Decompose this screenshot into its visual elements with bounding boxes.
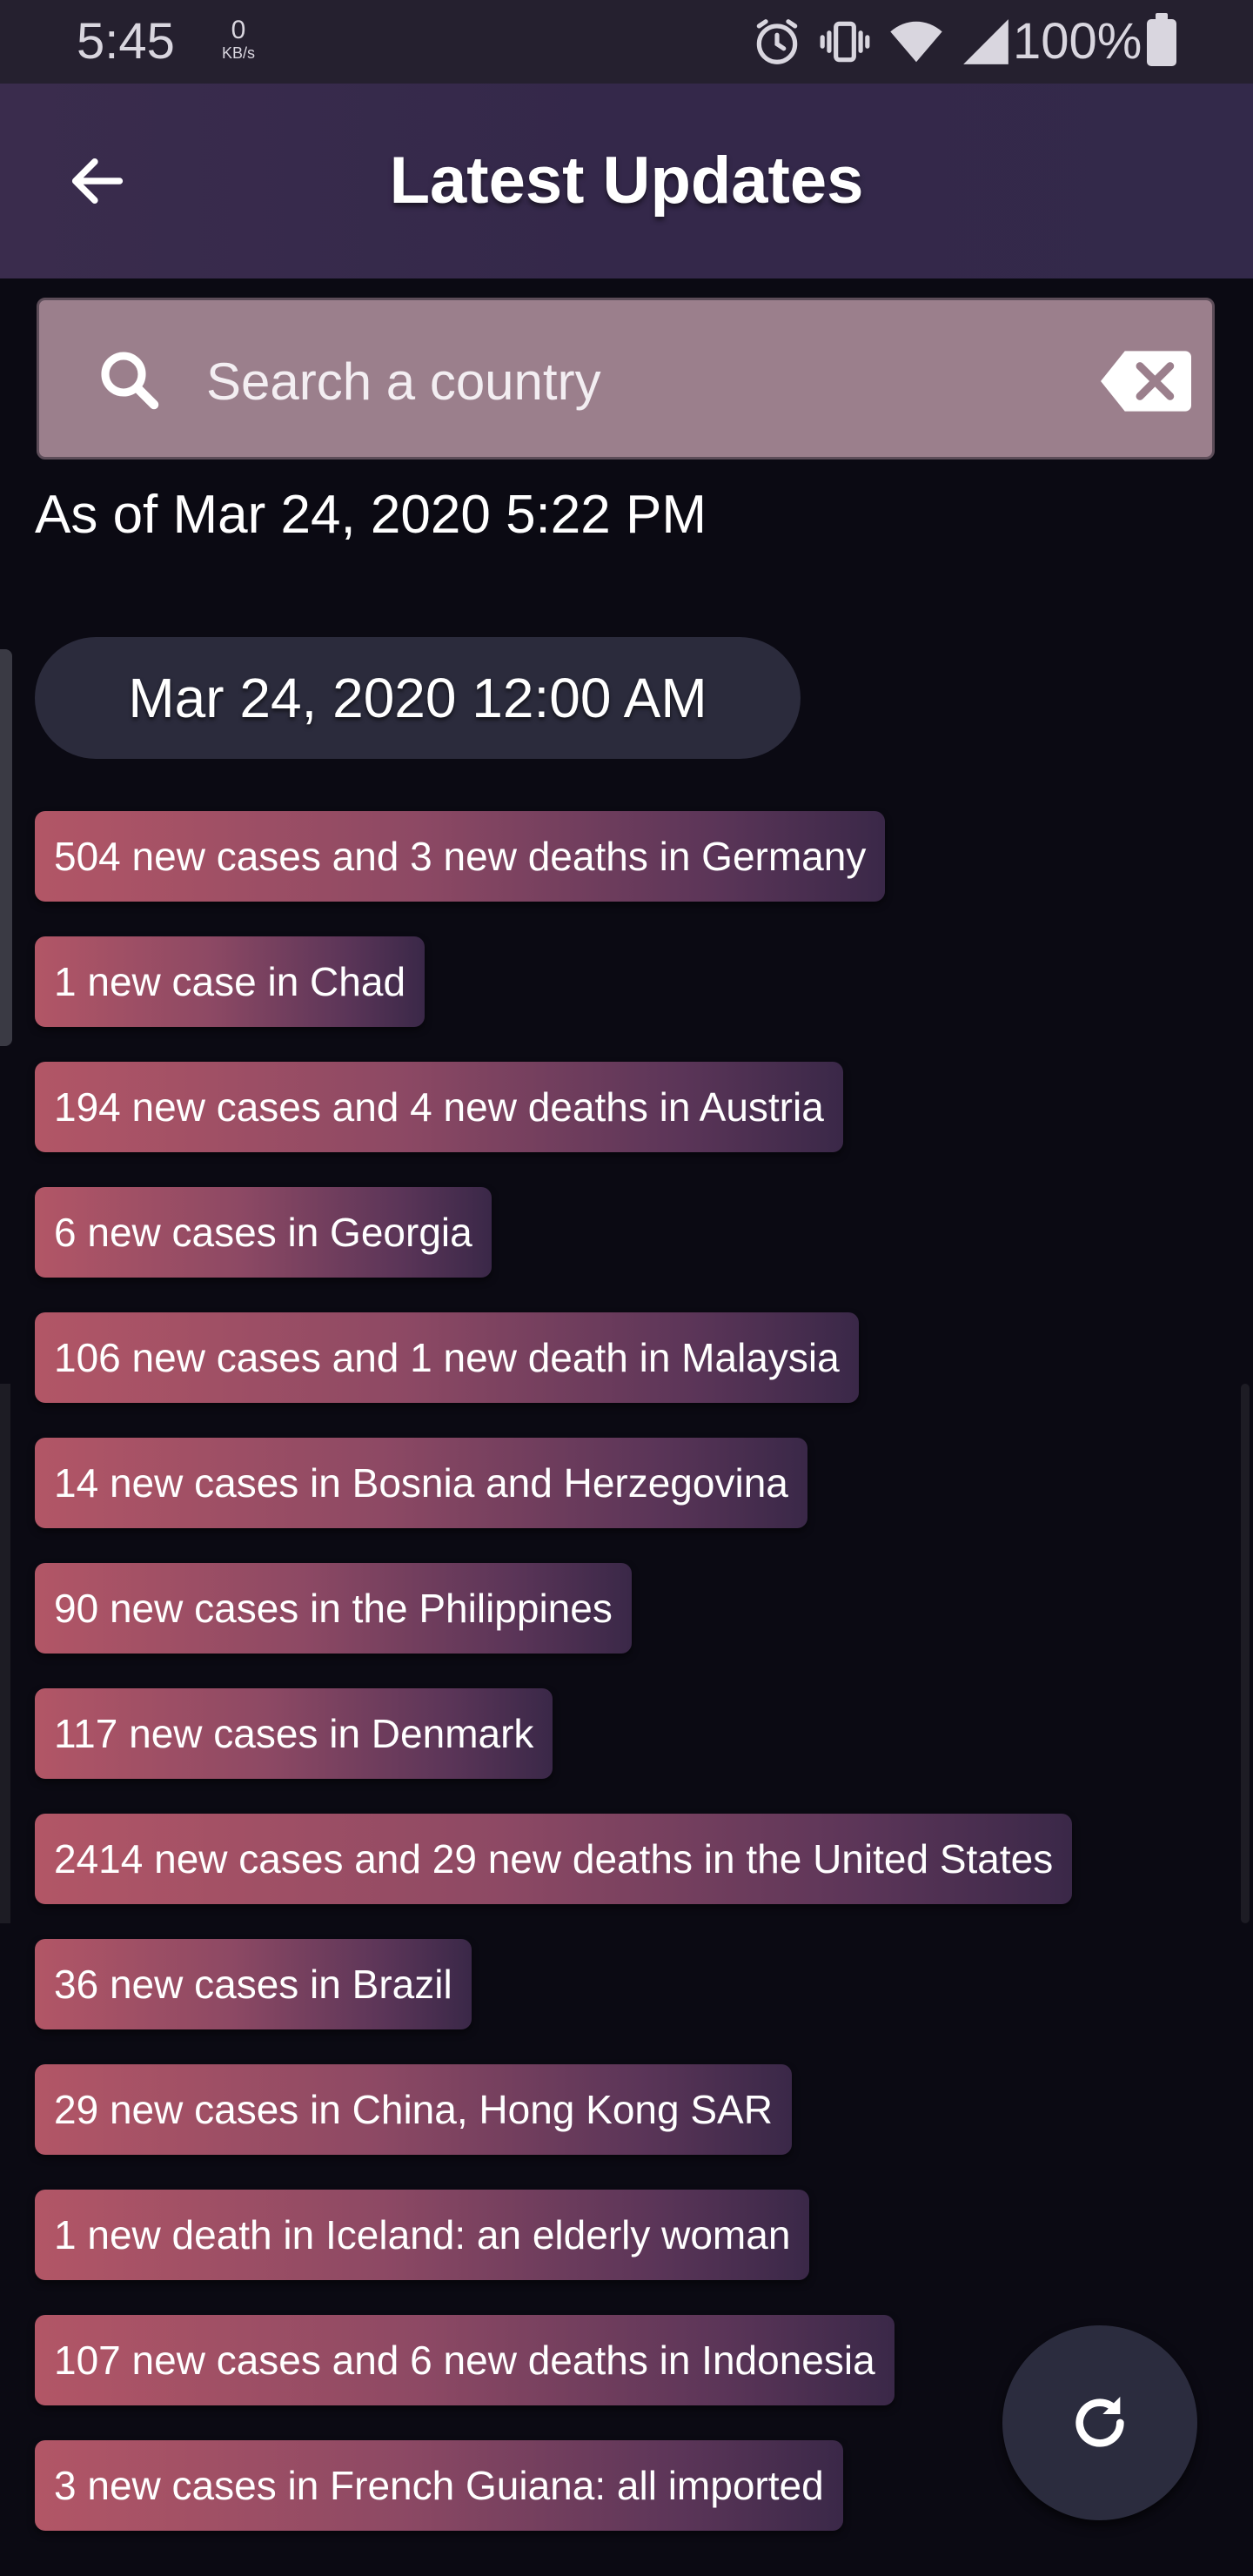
clear-search-button[interactable] (1101, 351, 1191, 412)
list-item[interactable]: 1 new case in Chad (35, 936, 425, 1027)
side-scroll-indicator (0, 649, 12, 1046)
list-item[interactable]: 36 new cases in Brazil (35, 1939, 472, 2029)
signal-icon (963, 19, 1008, 64)
scrollbar[interactable] (1241, 1384, 1250, 1923)
refresh-icon (1075, 2397, 1124, 2447)
status-bar: 5:45 0 KB/s 100% (0, 0, 1253, 84)
list-item[interactable]: 3 new cases in French Guiana: all import… (35, 2440, 843, 2531)
list-item[interactable]: 2414 new cases and 29 new deaths in the … (35, 1814, 1073, 1904)
date-group-header: Mar 24, 2020 12:00 AM (35, 637, 801, 759)
list-item[interactable]: 117 new cases in Denmark (35, 1688, 553, 1779)
wifi-icon (890, 21, 942, 63)
back-button[interactable] (56, 139, 139, 223)
battery-icon (1147, 13, 1176, 66)
network-speed-value: 0 (231, 16, 246, 44)
list-item[interactable]: 90 new cases in the Philippines (35, 1563, 632, 1654)
refresh-button[interactable] (1002, 2325, 1197, 2520)
app-bar: Latest Updates (0, 84, 1253, 278)
updates-list: 504 new cases and 3 new deaths in German… (35, 811, 1166, 2566)
search-input[interactable] (204, 335, 1043, 427)
list-item[interactable]: 29 new cases in China, Hong Kong SAR (35, 2064, 792, 2155)
page-title: Latest Updates (389, 144, 864, 218)
alarm-icon (756, 19, 798, 64)
list-item[interactable]: 106 new cases and 1 new death in Malaysi… (35, 1312, 859, 1403)
search-icon (101, 352, 159, 410)
status-time: 5:45 (77, 13, 175, 70)
list-item[interactable]: 1 new death in Iceland: an elderly woman (35, 2190, 810, 2280)
arrow-left-icon (71, 158, 124, 204)
status-icons (750, 14, 1013, 70)
search-bar (37, 298, 1215, 460)
list-item[interactable]: 504 new cases and 3 new deaths in German… (35, 811, 886, 902)
vibrate-icon (820, 21, 870, 63)
as-of-timestamp: As of Mar 24, 2020 5:22 PM (35, 485, 707, 545)
list-item[interactable]: 107 new cases and 6 new deaths in Indone… (35, 2315, 895, 2405)
network-speed-unit: KB/s (221, 44, 255, 62)
battery-percent: 100% (1013, 13, 1142, 70)
list-item[interactable]: 194 new cases and 4 new deaths in Austri… (35, 1062, 843, 1152)
list-item[interactable]: 14 new cases in Bosnia and Herzegovina (35, 1438, 807, 1528)
side-scroll-track (0, 1384, 10, 1923)
network-speed: 0 KB/s (212, 16, 265, 62)
list-item[interactable]: 6 new cases in Georgia (35, 1187, 492, 1278)
